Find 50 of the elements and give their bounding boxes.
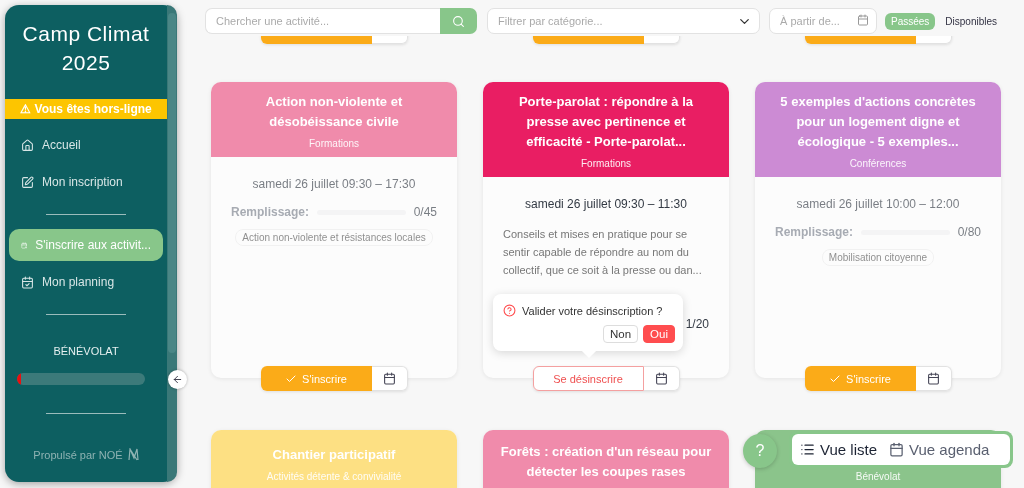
search-icon (452, 14, 465, 28)
calendar-button[interactable] (915, 366, 952, 391)
tag: Action non-violente et résistances locales (235, 229, 433, 246)
category-label: Formations (309, 138, 359, 149)
home-icon (21, 138, 34, 152)
cancel-button[interactable]: Non (603, 325, 639, 343)
powered-by: Propulsé par NOÉ (33, 448, 123, 461)
activity-title: Porte-parolat : répondre à la presse avec pertinence et efficacité - Porte-parolat... (517, 93, 695, 151)
section-heading: BÉNÉVOLAT (52, 345, 120, 357)
view-tab[interactable]: Vue liste (796, 439, 881, 460)
activity-date: samedi 26 juillet 10:00 – 12:00 (795, 197, 961, 211)
calendar-button[interactable] (643, 366, 680, 391)
filling-count: 1/20 (685, 317, 709, 331)
date-field[interactable]: À partir de... (769, 8, 877, 34)
filter-toggle[interactable]: Disponibles (939, 12, 1004, 30)
view-tab[interactable]: Vue agenda (885, 439, 994, 460)
confirm-button[interactable]: Oui (643, 325, 675, 343)
help-icon (503, 304, 516, 317)
nav-item[interactable]: Mon inscription (9, 166, 163, 198)
calendar-check-icon (21, 275, 34, 289)
filling-label: Remplissage: (775, 225, 854, 239)
app-title: Camp Climat 2025 (21, 21, 151, 76)
activity-title: Chantier participatif (272, 446, 396, 464)
category-label: Conférences (849, 158, 907, 169)
activity-title: Action non-violente et désobéissance civile (264, 93, 404, 131)
activity-date: samedi 26 juillet 09:30 – 17:30 (251, 177, 417, 191)
unregister-button[interactable]: Se désinscrire (532, 366, 644, 391)
activity-date: samedi 26 juillet 09:30 – 11:30 (524, 197, 688, 211)
popover-question: Valider votre désinscription ? (522, 304, 663, 317)
filling-count: 0/80 (957, 225, 981, 239)
filling-label: Remplissage: (231, 205, 310, 219)
category-label: Activités détente & convivialité (266, 471, 402, 482)
calendar-button[interactable] (371, 366, 408, 391)
activity-title: Forêts : création d'un réseau pour détecter les coupes rases (499, 443, 713, 481)
edit-icon (21, 175, 34, 189)
category-select[interactable]: Filtrer par catégorie... (487, 8, 760, 34)
category-label: Bénévolat (855, 471, 901, 482)
nav-item[interactable]: Accueil (9, 129, 163, 161)
list-icon (800, 442, 815, 457)
filling-count: 0/45 (413, 205, 437, 219)
arrow-left-icon (172, 374, 183, 385)
category-label: Formations (581, 158, 631, 169)
offline-banner: ⚠ Vous êtes hors-ligne (5, 99, 167, 119)
search-field[interactable]: Chercher une activité... (205, 8, 440, 34)
activity-title: 5 exemples d'actions concrètes pour un logement digne et écologique - 5 exemples... (779, 93, 977, 151)
noe-logo-icon (127, 448, 139, 461)
activity-description: Conseils et mises en pratique pour se sentir capable de répondre au nom du collectif, que ce soit à la presse ou dan... (503, 227, 703, 278)
search-button[interactable] (440, 8, 477, 34)
tag: Mobilisation citoyenne (821, 249, 935, 266)
nav-item[interactable]: Mon planning (9, 266, 163, 298)
